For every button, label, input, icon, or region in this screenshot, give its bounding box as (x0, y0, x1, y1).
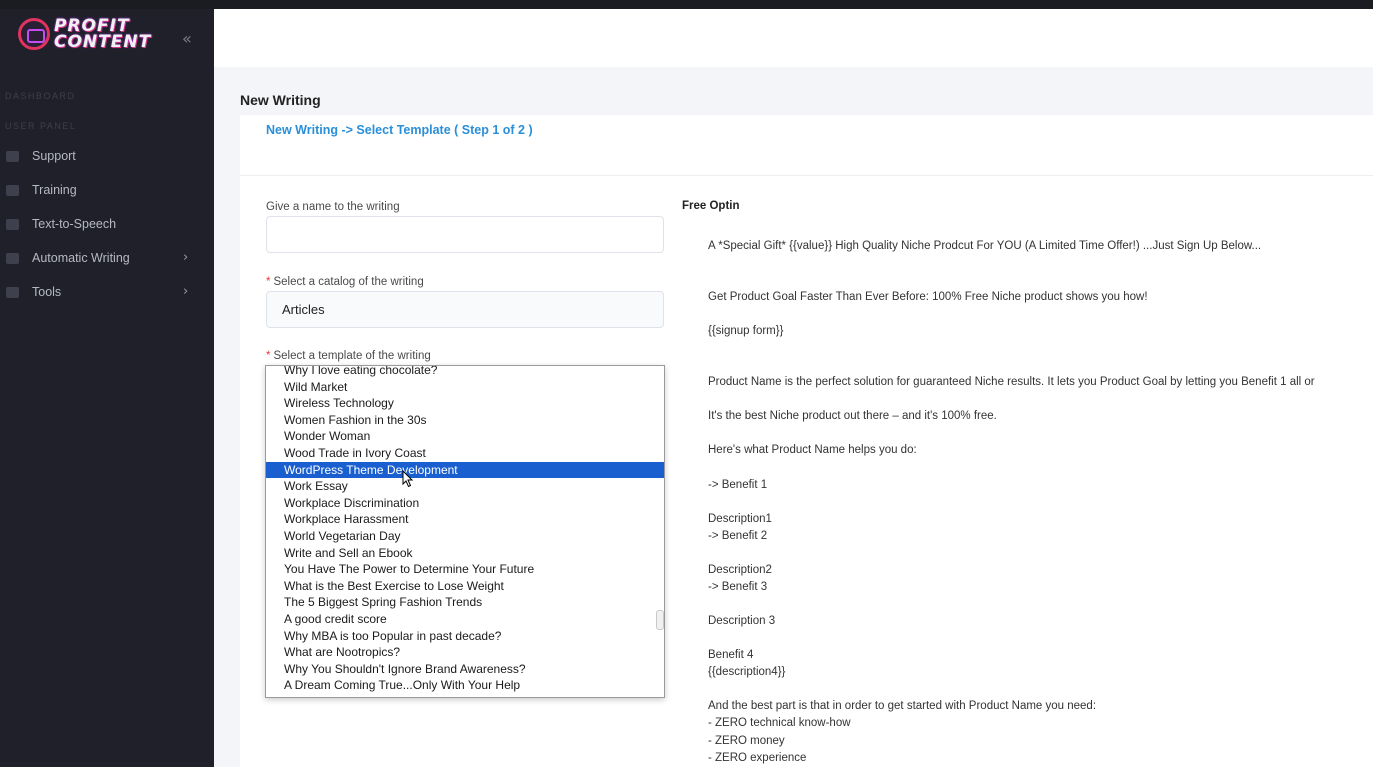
document-icon (6, 253, 19, 264)
template-field-label: * Select a template of the writing (266, 350, 431, 362)
tools-icon (6, 287, 19, 298)
dropdown-option[interactable]: You Have The Power to Determine Your Fut… (266, 561, 664, 578)
sidebar-item-label: Tools (32, 285, 62, 299)
top-header (214, 9, 1373, 67)
dropdown-option-selected[interactable]: WordPress Theme Development (266, 461, 664, 479)
dropdown-option[interactable]: Workplace Harassment (266, 511, 664, 528)
sidebar-item-support[interactable]: Support (0, 143, 214, 171)
sidebar-item-automatic-writing[interactable]: Automatic Writing › (0, 245, 214, 273)
sidebar-item-label: Automatic Writing (32, 251, 130, 265)
dropdown-option[interactable]: Wild Market (266, 379, 664, 396)
dropdown-option[interactable]: Why I love eating chocolate? (266, 366, 664, 379)
preview-line: Product Name is the perfect solution for… (708, 376, 1315, 388)
dropdown-option[interactable]: Workplace Discrimination (266, 495, 664, 512)
sidebar-item-label: Text-to-Speech (32, 217, 117, 231)
preview-title: Free Optin (682, 200, 740, 212)
preview-line: And the best part is that in order to ge… (708, 700, 1097, 712)
dropdown-scrollbar[interactable] (656, 610, 664, 630)
mouse-cursor-icon (402, 470, 414, 488)
dropdown-option[interactable]: What are Nootropics? (266, 644, 664, 661)
brand-logo[interactable]: PROFIT CONTENT (18, 18, 178, 58)
sidebar-item-tools[interactable]: Tools › (0, 279, 214, 307)
dropdown-option[interactable]: Wonder Woman (266, 428, 664, 445)
preview-line: -> Benefit 1 (708, 479, 768, 491)
dropdown-option[interactable]: Women Fashion in the 30s (266, 412, 664, 429)
sidebar-item-label: Support (32, 149, 76, 163)
template-dropdown-list[interactable]: Why I love eating chocolate? Wild Market… (265, 365, 665, 698)
dropdown-option[interactable]: Why MBA is too Popular in past decade? (266, 628, 664, 645)
catalog-field-label: * Select a catalog of the writing (266, 276, 424, 288)
brand-line2: CONTENT (54, 32, 152, 52)
page-title: New Writing (240, 92, 321, 108)
catalog-label-text: Select a catalog of the writing (273, 276, 424, 288)
chevron-right-icon: › (183, 250, 189, 265)
breadcrumb: New Writing -> Select Template ( Step 1 … (266, 123, 533, 137)
preview-line: A *Special Gift* {{value}} High Quality … (708, 240, 1262, 252)
writing-name-input[interactable] (266, 216, 664, 253)
preview-line: -> Benefit 2 (708, 530, 768, 542)
sidebar-item-training[interactable]: Training (0, 177, 214, 205)
dropdown-option[interactable]: Why You Shouldn't Ignore Brand Awareness… (266, 661, 664, 678)
preview-line: Benefit 4 (708, 649, 754, 661)
preview-line: - ZERO technical know-how (708, 717, 851, 729)
sidebar: PROFIT CONTENT « DASHBOARD USER PANEL Su… (0, 9, 214, 767)
dropdown-option[interactable]: What is the Best Exercise to Lose Weight (266, 578, 664, 595)
preview-line: {{description4}} (708, 666, 786, 678)
grid-icon (6, 151, 19, 162)
preview-line: Description 3 (708, 615, 776, 627)
grid-icon (6, 185, 19, 196)
card-divider (240, 175, 1373, 176)
preview-line: -> Benefit 3 (708, 581, 768, 593)
chevron-right-icon: › (183, 284, 189, 299)
dropdown-option[interactable]: A Dream Coming True...Only With Your Hel… (266, 677, 664, 694)
required-mark: * (266, 276, 271, 288)
catalog-select[interactable]: Articles (266, 291, 664, 328)
dropdown-option[interactable]: World Vegetarian Day (266, 528, 664, 545)
dropdown-option[interactable]: Wireless Technology (266, 395, 664, 412)
template-label-text: Select a template of the writing (273, 350, 431, 362)
preview-line: Description1 (708, 513, 772, 525)
collapse-sidebar-icon[interactable]: « (182, 29, 192, 48)
preview-line: - ZERO money (708, 735, 785, 747)
preview-line: Description2 (708, 564, 772, 576)
sidebar-item-label: Training (32, 183, 77, 197)
required-mark: * (266, 350, 271, 362)
preview-line: {{signup form}} (708, 325, 784, 337)
window-top-bar (0, 0, 1373, 9)
section-dashboard: DASHBOARD (5, 91, 76, 101)
dropdown-option[interactable]: Wood Trade in Ivory Coast (266, 445, 664, 462)
logo-badge-icon (18, 18, 50, 50)
dropdown-option[interactable]: Write and Sell an Ebook (266, 545, 664, 562)
preview-line: - ZERO experience (708, 752, 807, 764)
section-user-panel: USER PANEL (5, 121, 77, 131)
dropdown-option[interactable]: The 5 Biggest Spring Fashion Trends (266, 594, 664, 611)
grid-icon (6, 219, 19, 230)
brand-wordmark: PROFIT CONTENT (54, 18, 152, 52)
dropdown-option[interactable]: Work Essay (266, 478, 664, 495)
sidebar-item-text-to-speech[interactable]: Text-to-Speech (0, 211, 214, 239)
dropdown-option[interactable]: A good credit score (266, 611, 664, 628)
name-field-label: Give a name to the writing (266, 201, 400, 213)
preview-line: It's the best Niche product out there – … (708, 410, 997, 422)
preview-line: Here's what Product Name helps you do: (708, 444, 917, 456)
preview-line: Get Product Goal Faster Than Ever Before… (708, 291, 1148, 303)
